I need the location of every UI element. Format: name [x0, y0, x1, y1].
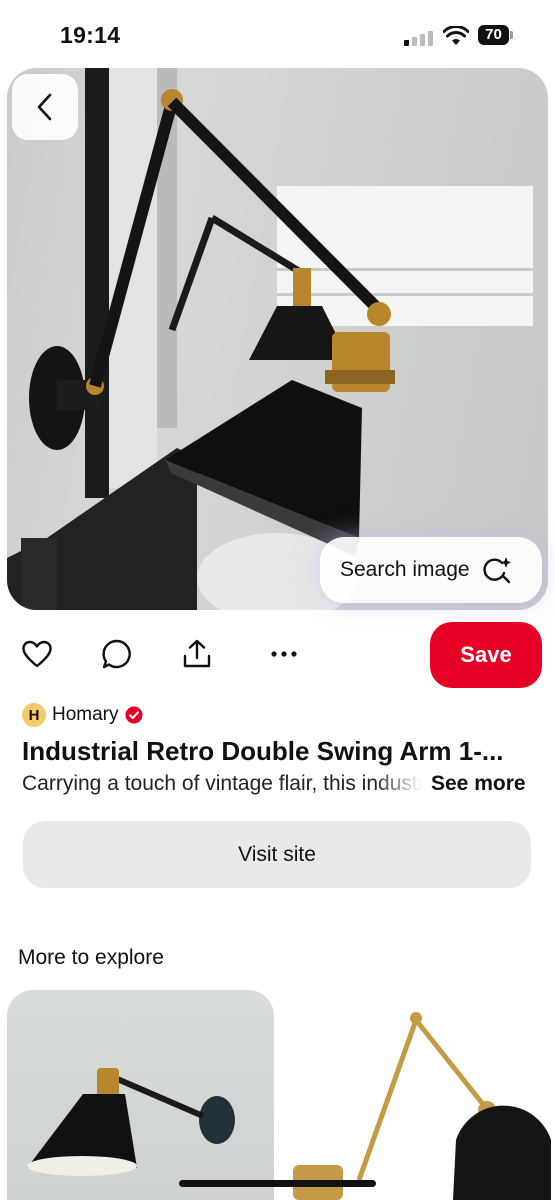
- ellipsis-icon: [271, 651, 297, 657]
- comment-icon: [102, 639, 131, 669]
- status-bar: 19:14 70: [0, 0, 555, 68]
- more-to-explore-heading: More to explore: [18, 946, 164, 969]
- explore-card[interactable]: [7, 990, 274, 1200]
- cellular-signal-icon: [404, 30, 434, 46]
- lamp-photo: [293, 1012, 551, 1200]
- wifi-icon: [443, 26, 469, 45]
- save-button[interactable]: Save: [430, 622, 542, 688]
- explore-card[interactable]: [281, 990, 551, 1200]
- share-icon: [183, 639, 211, 668]
- more-options-button[interactable]: [264, 634, 304, 674]
- pin-title: Industrial Retro Double Swing Arm 1-...: [22, 736, 504, 766]
- like-button[interactable]: [17, 634, 57, 674]
- battery-level: 70: [478, 25, 509, 45]
- battery-icon: 70: [478, 25, 514, 47]
- creator-name[interactable]: Homary: [52, 704, 119, 726]
- comment-button[interactable]: [97, 634, 137, 674]
- visual-search-icon: [482, 557, 511, 584]
- lamp-photo: [7, 68, 533, 610]
- back-button[interactable]: [12, 74, 78, 140]
- see-more-link[interactable]: See more: [431, 772, 526, 796]
- status-time: 19:14: [60, 22, 121, 48]
- search-image-button[interactable]: Search image: [320, 537, 542, 603]
- creator-row[interactable]: H Homary: [22, 702, 143, 728]
- search-image-label: Search image: [340, 558, 470, 581]
- heart-icon: [22, 640, 52, 668]
- chevron-left-icon: [37, 93, 52, 121]
- share-button[interactable]: [177, 634, 217, 674]
- home-indicator: [179, 1180, 376, 1187]
- pin-description: Carrying a touch of vintage flair, this …: [22, 772, 422, 795]
- creator-avatar: H: [22, 703, 46, 727]
- lamp-photo: [27, 1068, 235, 1176]
- verified-badge-icon: [125, 706, 143, 724]
- visit-site-button[interactable]: Visit site: [23, 821, 531, 888]
- pin-image[interactable]: [7, 68, 548, 610]
